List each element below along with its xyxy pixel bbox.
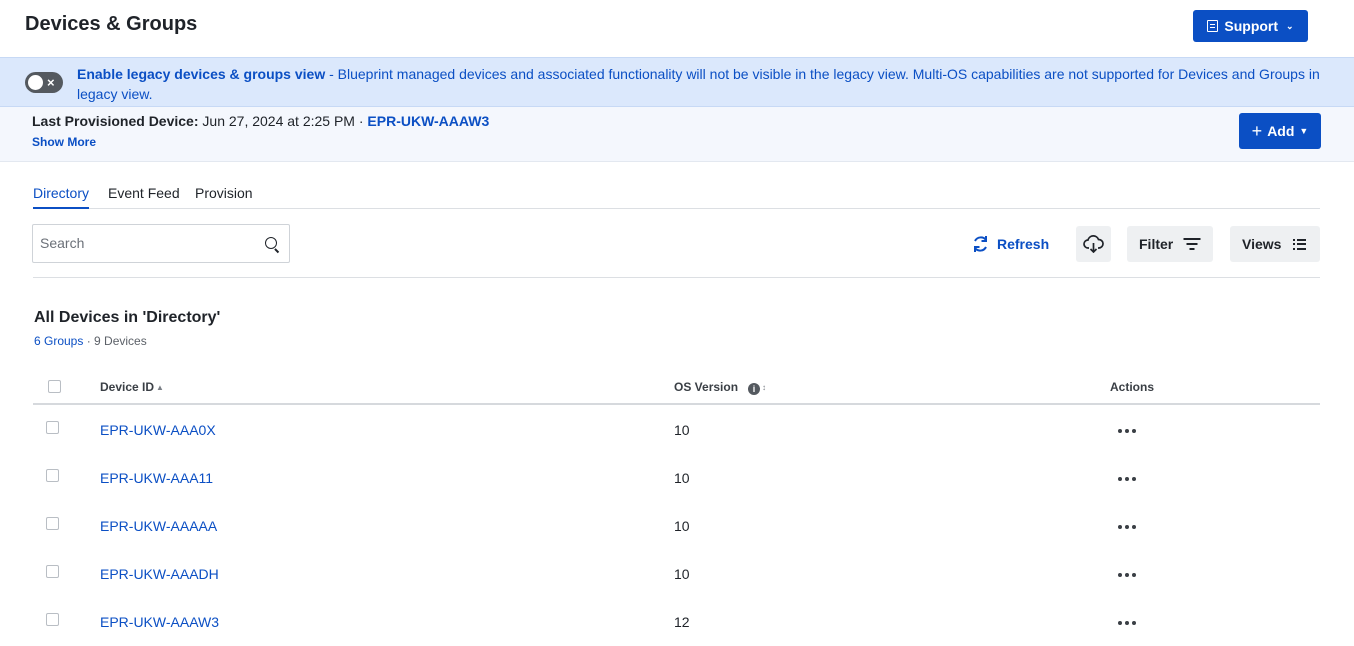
row-checkbox[interactable] xyxy=(46,421,59,434)
ellipsis-icon[interactable] xyxy=(1118,477,1136,481)
info-icon[interactable]: i xyxy=(748,383,761,395)
filter-icon xyxy=(1183,238,1201,250)
sort-icon[interactable]: ↕ xyxy=(762,383,766,392)
row-checkbox[interactable] xyxy=(46,469,59,482)
table-row: EPR-UKW-AAA0X 10 xyxy=(33,405,1320,453)
banner-text: Enable legacy devices & groups view - Bl… xyxy=(77,64,1327,104)
toolbar-divider xyxy=(33,277,1320,278)
close-icon: × xyxy=(47,75,55,90)
row-checkbox[interactable] xyxy=(46,565,59,578)
tab-event-feed[interactable]: Event Feed xyxy=(108,185,180,209)
os-version-value: 10 xyxy=(674,518,690,534)
tab-directory[interactable]: Directory xyxy=(33,185,90,209)
plus-icon: + xyxy=(1251,121,1263,141)
groups-link[interactable]: 6 Groups xyxy=(34,334,83,348)
ellipsis-icon[interactable] xyxy=(1118,429,1136,433)
toggle-knob-icon xyxy=(28,75,43,90)
ellipsis-icon[interactable] xyxy=(1118,573,1136,577)
support-button[interactable]: Support ⌄ xyxy=(1193,10,1308,42)
table-row: EPR-UKW-AAAW3 12 xyxy=(33,597,1320,645)
views-label: Views xyxy=(1242,236,1282,252)
refresh-label: Refresh xyxy=(997,236,1050,252)
last-provisioned-device-link[interactable]: EPR-UKW-AAAW3 xyxy=(367,113,489,129)
os-version-value: 10 xyxy=(674,566,690,582)
caret-down-icon: ▼ xyxy=(1299,126,1309,136)
row-checkbox[interactable] xyxy=(46,613,59,626)
column-header-device-id[interactable]: Device ID ▲ xyxy=(100,380,164,394)
counts-separator: · xyxy=(83,334,95,348)
support-label: Support xyxy=(1224,18,1279,34)
page-header: Devices & Groups Support ⌄ xyxy=(0,0,1354,57)
column-os-version-label: OS Version xyxy=(674,380,739,394)
table-row: EPR-UKW-AAADH 10 xyxy=(33,549,1320,597)
ellipsis-icon[interactable] xyxy=(1118,621,1136,625)
legacy-view-toggle[interactable]: × xyxy=(25,72,63,93)
tab-provision[interactable]: Provision xyxy=(195,185,253,209)
column-header-os-version[interactable]: OS Version i ↕ xyxy=(674,380,766,395)
device-id-link[interactable]: EPR-UKW-AAAAA xyxy=(100,518,217,534)
column-device-id-label: Device ID xyxy=(100,380,155,394)
filter-label: Filter xyxy=(1139,236,1174,252)
os-version-value: 10 xyxy=(674,470,690,486)
section-title: All Devices in 'Directory' xyxy=(34,309,221,326)
provision-bar: Last Provisioned Device: Jun 27, 2024 at… xyxy=(0,107,1354,162)
os-version-value: 12 xyxy=(674,614,690,630)
show-more-link[interactable]: Show More xyxy=(32,135,96,149)
select-all-checkbox[interactable] xyxy=(48,380,61,393)
os-version-value: 10 xyxy=(674,422,690,438)
document-icon xyxy=(1207,20,1219,32)
export-button[interactable] xyxy=(1076,226,1111,262)
column-header-actions: Actions xyxy=(1110,380,1155,394)
views-button[interactable]: Views xyxy=(1230,226,1320,262)
sort-ascending-icon[interactable]: ▲ xyxy=(156,383,164,392)
search-box xyxy=(32,224,290,263)
table-row: EPR-UKW-AAA11 10 xyxy=(33,453,1320,501)
last-provisioned-date: Jun 27, 2024 at 2:25 PM · xyxy=(198,113,368,129)
legacy-view-banner: × Enable legacy devices & groups view - … xyxy=(0,57,1354,107)
last-provisioned-label: Last Provisioned Device: xyxy=(32,113,199,129)
tab-bar: Directory Event Feed Provision xyxy=(33,185,1320,209)
list-icon xyxy=(1293,238,1307,250)
add-label: Add xyxy=(1267,123,1295,139)
device-id-link[interactable]: EPR-UKW-AAADH xyxy=(100,566,219,582)
refresh-icon xyxy=(974,236,987,252)
directory-counts: 6 Groups · 9 Devices xyxy=(34,334,147,348)
devices-count: 9 Devices xyxy=(94,334,147,348)
device-id-link[interactable]: EPR-UKW-AAAW3 xyxy=(100,614,219,630)
table-row: EPR-UKW-AAAAA 10 xyxy=(33,501,1320,549)
search-input[interactable] xyxy=(40,233,250,253)
filter-button[interactable]: Filter xyxy=(1127,226,1213,262)
ellipsis-icon[interactable] xyxy=(1118,525,1136,529)
last-provisioned-info: Last Provisioned Device: Jun 27, 2024 at… xyxy=(32,113,489,129)
refresh-button[interactable]: Refresh xyxy=(972,234,1049,254)
chevron-down-icon: ⌄ xyxy=(1286,20,1294,31)
add-button[interactable]: + Add ▼ xyxy=(1239,113,1321,149)
device-id-link[interactable]: EPR-UKW-AAA11 xyxy=(100,470,213,486)
legacy-view-link[interactable]: Enable legacy devices & groups view xyxy=(77,66,325,82)
cloud-download-icon xyxy=(1083,235,1104,253)
page-title: Devices & Groups xyxy=(25,13,198,35)
search-icon[interactable] xyxy=(265,237,277,249)
device-id-link[interactable]: EPR-UKW-AAA0X xyxy=(100,422,216,438)
row-checkbox[interactable] xyxy=(46,517,59,530)
